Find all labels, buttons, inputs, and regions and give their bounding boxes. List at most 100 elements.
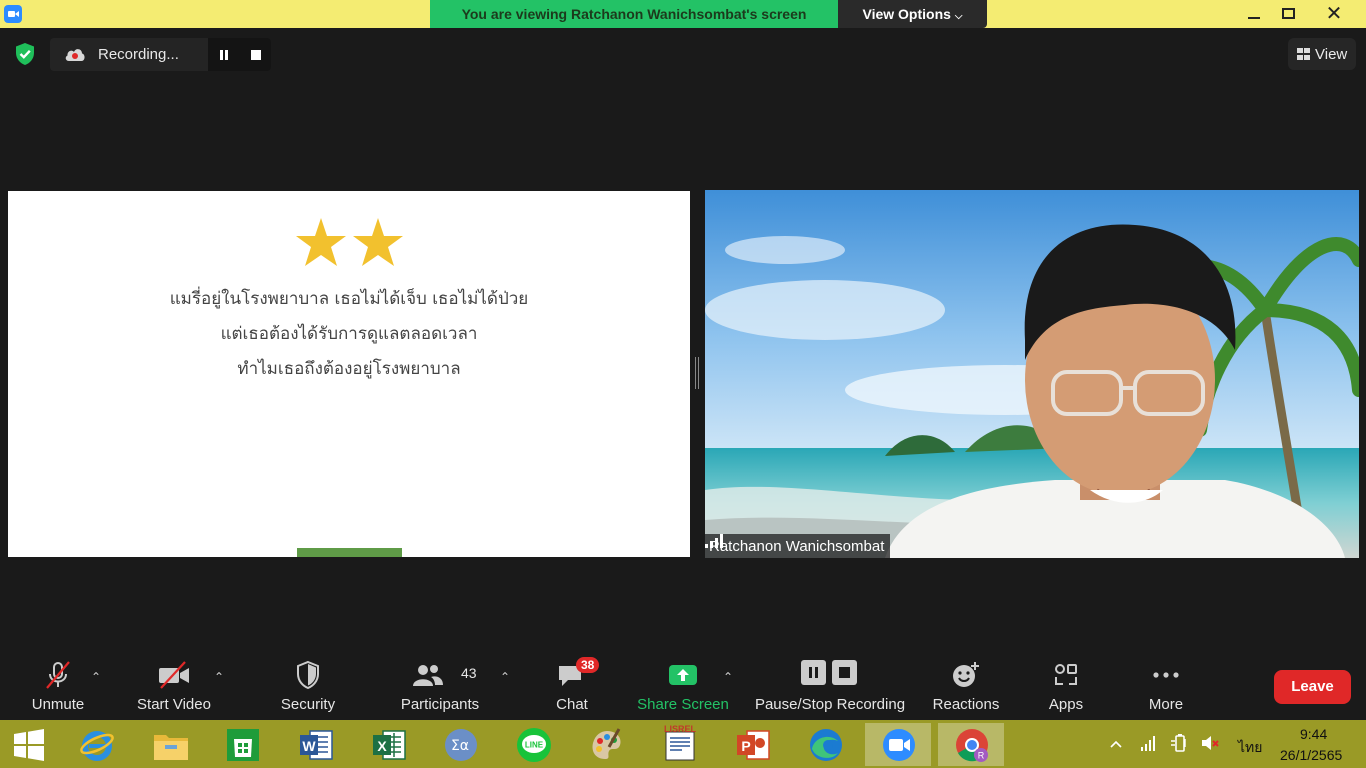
meeting-toolbar: Unmute ⌃ Start Video ⌃ Security 43 Parti… <box>0 650 1366 720</box>
svg-text:Σα: Σα <box>451 738 469 754</box>
participants-options-caret-icon[interactable]: ⌃ <box>500 670 510 684</box>
panel-splitter-handle[interactable] <box>695 357 699 389</box>
internet-explorer-app[interactable] <box>63 723 129 766</box>
chrome-app[interactable]: R <box>938 723 1004 766</box>
close-icon: ✕ <box>1325 3 1343 25</box>
view-options-button[interactable]: View Options ⌵ <box>838 0 987 28</box>
slide-text-line: แมรี่อยู่ในโรงพยาบาล เธอไม่ได้เจ็บ เธอไม… <box>169 289 529 309</box>
excel-icon: X <box>373 730 406 760</box>
chat-unread-badge: 38 <box>576 657 600 673</box>
file-explorer-app[interactable] <box>136 723 202 766</box>
security-shield-icon <box>297 660 319 690</box>
shared-screen[interactable]: แมรี่อยู่ในโรงพยาบาล เธอไม่ได้เจ็บ เธอไม… <box>8 191 690 557</box>
maximize-icon <box>1282 8 1295 19</box>
svg-text:LINE: LINE <box>525 741 544 750</box>
minimize-icon <box>1248 17 1260 19</box>
security-button[interactable]: Security <box>272 650 344 720</box>
start-button[interactable] <box>0 723 66 766</box>
more-label: More <box>1148 696 1184 713</box>
recording-label: Recording... <box>98 46 179 63</box>
paint-icon <box>592 728 621 759</box>
reactions-button[interactable]: Reactions <box>928 650 1004 720</box>
svg-text:P: P <box>741 738 750 754</box>
zoom-app[interactable] <box>865 723 931 766</box>
clock-time[interactable]: 9:44 <box>1300 726 1327 742</box>
unmute-button[interactable]: Unmute <box>22 650 94 720</box>
zoom-icon <box>883 729 915 761</box>
math-input-app[interactable]: Σα <box>427 723 493 766</box>
pause-recording-button[interactable] <box>208 38 240 71</box>
participants-button[interactable]: 43 Participants <box>395 650 485 720</box>
security-label: Security <box>280 696 336 713</box>
star-icon <box>353 218 403 266</box>
star-icon <box>296 218 346 266</box>
show-hidden-icons-icon[interactable] <box>1110 740 1122 748</box>
svg-text:X: X <box>377 738 387 754</box>
view-options-label: View Options <box>862 6 951 22</box>
chat-button[interactable]: 38 Chat <box>540 650 604 720</box>
svg-text:LISREL: LISREL <box>664 724 697 734</box>
battery-charging-icon[interactable] <box>1170 733 1190 753</box>
edge-app[interactable] <box>792 723 858 766</box>
share-options-caret-icon[interactable]: ⌃ <box>723 670 733 684</box>
line-icon: LINE <box>517 728 551 762</box>
microsoft-store-icon <box>227 729 259 761</box>
microphone-muted-icon <box>46 661 70 689</box>
slide-text-line: แต่เธอต้องได้รับการดูแลตลอดเวลา <box>220 324 478 344</box>
network-signal-icon[interactable] <box>1140 734 1158 752</box>
leave-button[interactable]: Leave <box>1274 670 1351 704</box>
internet-explorer-icon <box>80 731 114 761</box>
lisrel-app[interactable]: LISREL <box>646 723 712 766</box>
encryption-shield-icon[interactable] <box>13 42 37 66</box>
maximize-button[interactable] <box>1270 0 1310 28</box>
pause-stop-recording-button[interactable]: Pause/Stop Recording <box>752 650 908 720</box>
lisrel-icon: LISREL <box>664 724 697 761</box>
title-bar: You are viewing Ratchanon Wanichsombat's… <box>0 0 1366 28</box>
view-button[interactable]: View <box>1288 38 1356 70</box>
input-language-indicator[interactable]: ไทย <box>1238 737 1262 759</box>
microsoft-store-app[interactable] <box>209 723 275 766</box>
pause-stop-recording-label: Pause/Stop Recording <box>754 696 906 713</box>
share-screen-label: Share Screen <box>637 696 729 713</box>
stop-recording-button[interactable] <box>240 38 271 71</box>
audio-options-caret-icon[interactable]: ⌃ <box>91 670 101 684</box>
paint-app[interactable] <box>573 723 639 766</box>
start-video-label: Start Video <box>137 696 211 713</box>
participants-count: 43 <box>461 665 477 681</box>
apps-label: Apps <box>1048 696 1084 713</box>
apps-button[interactable]: Apps <box>1038 650 1094 720</box>
participant-video[interactable]: Ratchanon Wanichsombat <box>705 190 1359 558</box>
cloud-recording-icon <box>65 49 85 61</box>
chat-label: Chat <box>556 696 588 713</box>
windows-start-icon <box>14 729 44 761</box>
video-background-image <box>705 190 1359 558</box>
minimize-button[interactable] <box>1234 0 1274 28</box>
reactions-smiley-icon <box>953 662 979 687</box>
powerpoint-icon: P <box>737 730 770 760</box>
clock-date[interactable]: 26/1/2565 <box>1280 747 1342 763</box>
video-camera-off-icon <box>159 661 189 689</box>
math-input-icon: Σα <box>445 729 477 761</box>
more-ellipsis-icon <box>1153 672 1179 678</box>
windows-taskbar: W X Σα LINE LISREL P R ไทย 9:44 26/1/256… <box>0 720 1366 768</box>
powerpoint-app[interactable]: P <box>719 723 785 766</box>
line-app[interactable]: LINE <box>500 723 566 766</box>
close-button[interactable]: ✕ <box>1314 0 1354 28</box>
slide-green-bar <box>297 548 402 557</box>
speaker-muted-icon[interactable] <box>1200 734 1220 752</box>
rating-stars <box>296 218 403 266</box>
grid-view-icon <box>1297 48 1310 60</box>
more-button[interactable]: More <box>1134 650 1198 720</box>
share-banner: You are viewing Ratchanon Wanichsombat's… <box>430 0 838 28</box>
excel-app[interactable]: X <box>355 723 421 766</box>
word-app[interactable]: W <box>282 723 348 766</box>
reactions-label: Reactions <box>932 696 1000 713</box>
share-screen-button[interactable]: Share Screen <box>636 650 730 720</box>
unmute-label: Unmute <box>31 696 85 713</box>
view-label: View <box>1315 46 1348 63</box>
chevron-down-icon: ⌵ <box>954 11 963 22</box>
video-options-caret-icon[interactable]: ⌃ <box>214 670 224 684</box>
start-video-button[interactable]: Start Video <box>131 650 217 720</box>
svg-text:R: R <box>978 751 985 761</box>
edge-icon <box>810 729 842 761</box>
